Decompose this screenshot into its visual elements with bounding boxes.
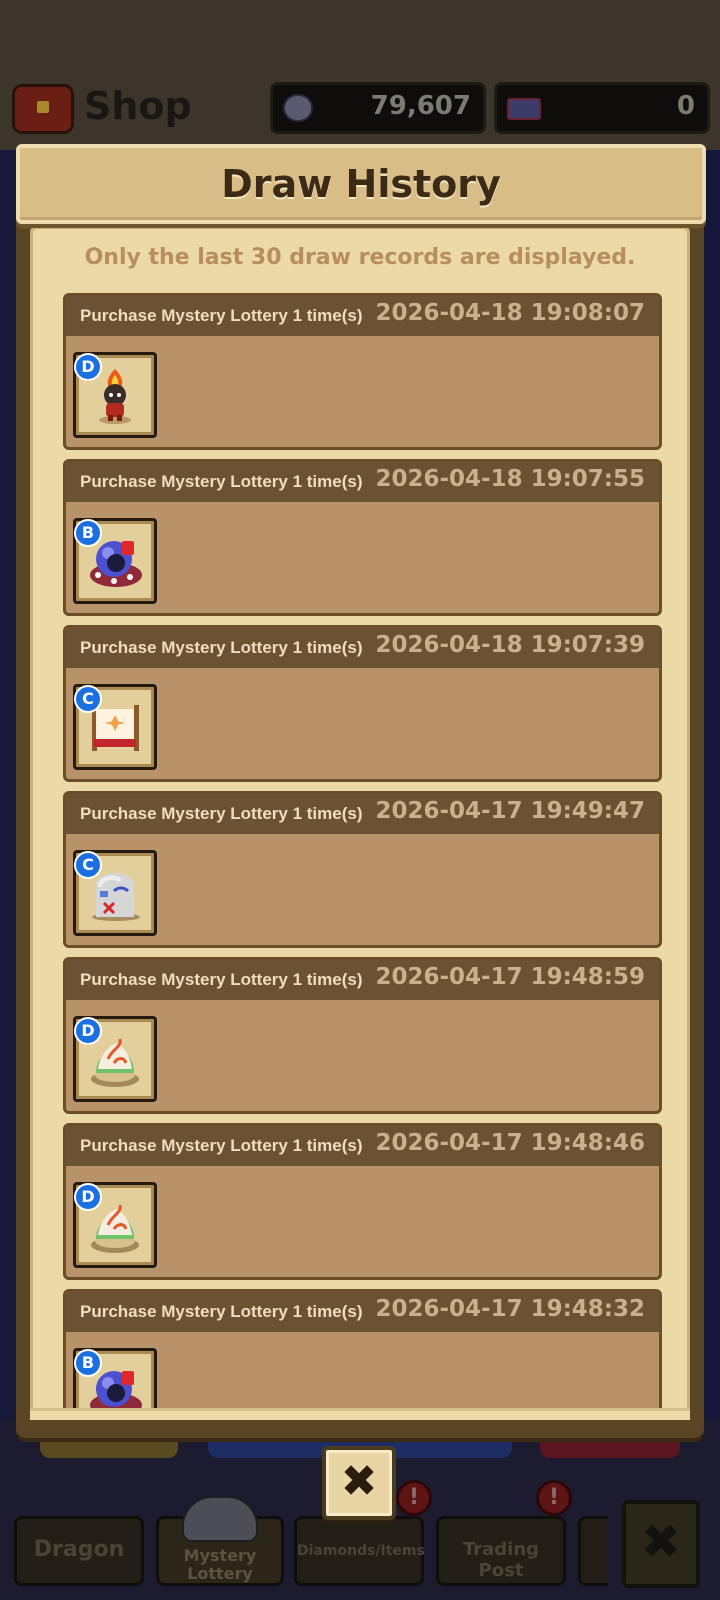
shop-header: Shop 79,607 0 [0,80,720,140]
alert-badge-icon: ! [396,1480,432,1516]
draw-record: Purchase Mystery Lottery 1 time(s) 2026-… [63,791,662,948]
modal-header: Draw History [16,144,706,224]
records-notice: Only the last 30 draw records are displa… [84,245,636,270]
item-slot[interactable]: B [73,1348,157,1413]
tab-diamonds-items[interactable]: Diamonds/Items [294,1516,425,1586]
gem-currency[interactable]: 0 [494,82,710,134]
item-slot[interactable]: D [73,1016,157,1102]
record-header: Purchase Mystery Lottery 1 time(s) 2026-… [66,1292,659,1332]
gold-coin-icon [283,94,313,122]
modal-bottom-edge [30,1408,690,1420]
shop-title: Shop [84,84,192,128]
draw-record: Purchase Mystery Lottery 1 time(s) 2026-… [63,957,662,1114]
record-label: Purchase Mystery Lottery 1 time(s) [80,970,363,989]
background-button-gold [40,1436,178,1458]
record-label: Purchase Mystery Lottery 1 time(s) [80,638,363,657]
item-slot[interactable]: C [73,850,157,936]
record-time: 2026-04-17 19:48:32 [375,1296,645,1322]
draw-record: Purchase Mystery Lottery 1 time(s) 2026-… [63,293,662,450]
grade-badge: C [74,685,102,713]
record-time: 2026-04-17 19:49:47 [375,798,645,824]
grade-badge: D [74,353,102,381]
tab-overflow[interactable] [578,1516,608,1586]
draw-history-panel: Only the last 30 draw records are displa… [30,226,690,1416]
shop-close-button[interactable]: ✖ [622,1500,700,1588]
record-label: Purchase Mystery Lottery 1 time(s) [80,306,363,325]
record-time: 2026-04-17 19:48:59 [375,964,645,990]
record-header: Purchase Mystery Lottery 1 time(s) 2026-… [66,794,659,834]
item-slot[interactable]: C [73,684,157,770]
draw-record: Purchase Mystery Lottery 1 time(s) 2026-… [63,459,662,616]
record-header: Purchase Mystery Lottery 1 time(s) 2026-… [66,462,659,502]
background-button-red [540,1436,680,1458]
grade-badge: C [74,851,102,879]
record-header: Purchase Mystery Lottery 1 time(s) 2026-… [66,1126,659,1166]
draw-record: Purchase Mystery Lottery 1 time(s) 2026-… [63,1123,662,1280]
record-time: 2026-04-18 19:07:55 [375,466,645,492]
tab-trading-post[interactable]: Trading Post [436,1516,566,1586]
record-time: 2026-04-17 19:48:46 [375,1130,645,1156]
item-slot[interactable]: D [73,352,157,438]
close-button[interactable]: ✖ [322,1446,396,1520]
record-label: Purchase Mystery Lottery 1 time(s) [80,472,363,491]
record-label: Purchase Mystery Lottery 1 time(s) [80,804,363,823]
record-time: 2026-04-18 19:08:07 [375,300,645,326]
grade-badge: B [74,519,102,547]
grade-badge: D [74,1017,102,1045]
lottery-mascot-icon [182,1496,258,1542]
gem-ticket-icon [507,98,541,120]
modal-title: Draw History [221,162,501,206]
record-header: Purchase Mystery Lottery 1 time(s) 2026-… [66,296,659,336]
gold-amount: 79,607 [370,91,471,121]
record-label: Purchase Mystery Lottery 1 time(s) [80,1136,363,1155]
gem-amount: 0 [676,91,695,121]
draw-record: Purchase Mystery Lottery 1 time(s) 2026-… [63,625,662,782]
draw-record: Purchase Mystery Lottery 1 time(s) 2026-… [63,1289,662,1413]
grade-badge: D [74,1183,102,1211]
record-time: 2026-04-18 19:07:39 [375,632,645,658]
record-header: Purchase Mystery Lottery 1 time(s) 2026-… [66,628,659,668]
tab-trading-post-label: Trading Post [462,1539,540,1581]
record-label: Purchase Mystery Lottery 1 time(s) [80,1302,363,1321]
grade-badge: B [74,1349,102,1377]
item-slot[interactable]: D [73,1182,157,1268]
record-header: Purchase Mystery Lottery 1 time(s) 2026-… [66,960,659,1000]
tab-dragon-label: Dragon [33,1537,125,1562]
item-slot[interactable]: B [73,518,157,604]
alert-badge-icon: ! [536,1480,572,1516]
tab-mystery-lottery-label: Mystery Lottery [183,1546,257,1583]
treasure-chest-icon [12,84,74,134]
gold-currency[interactable]: 79,607 [270,82,486,134]
tab-dragon[interactable]: Dragon [14,1516,144,1586]
tab-diamonds-items-label: Diamonds/Items [297,1543,425,1559]
